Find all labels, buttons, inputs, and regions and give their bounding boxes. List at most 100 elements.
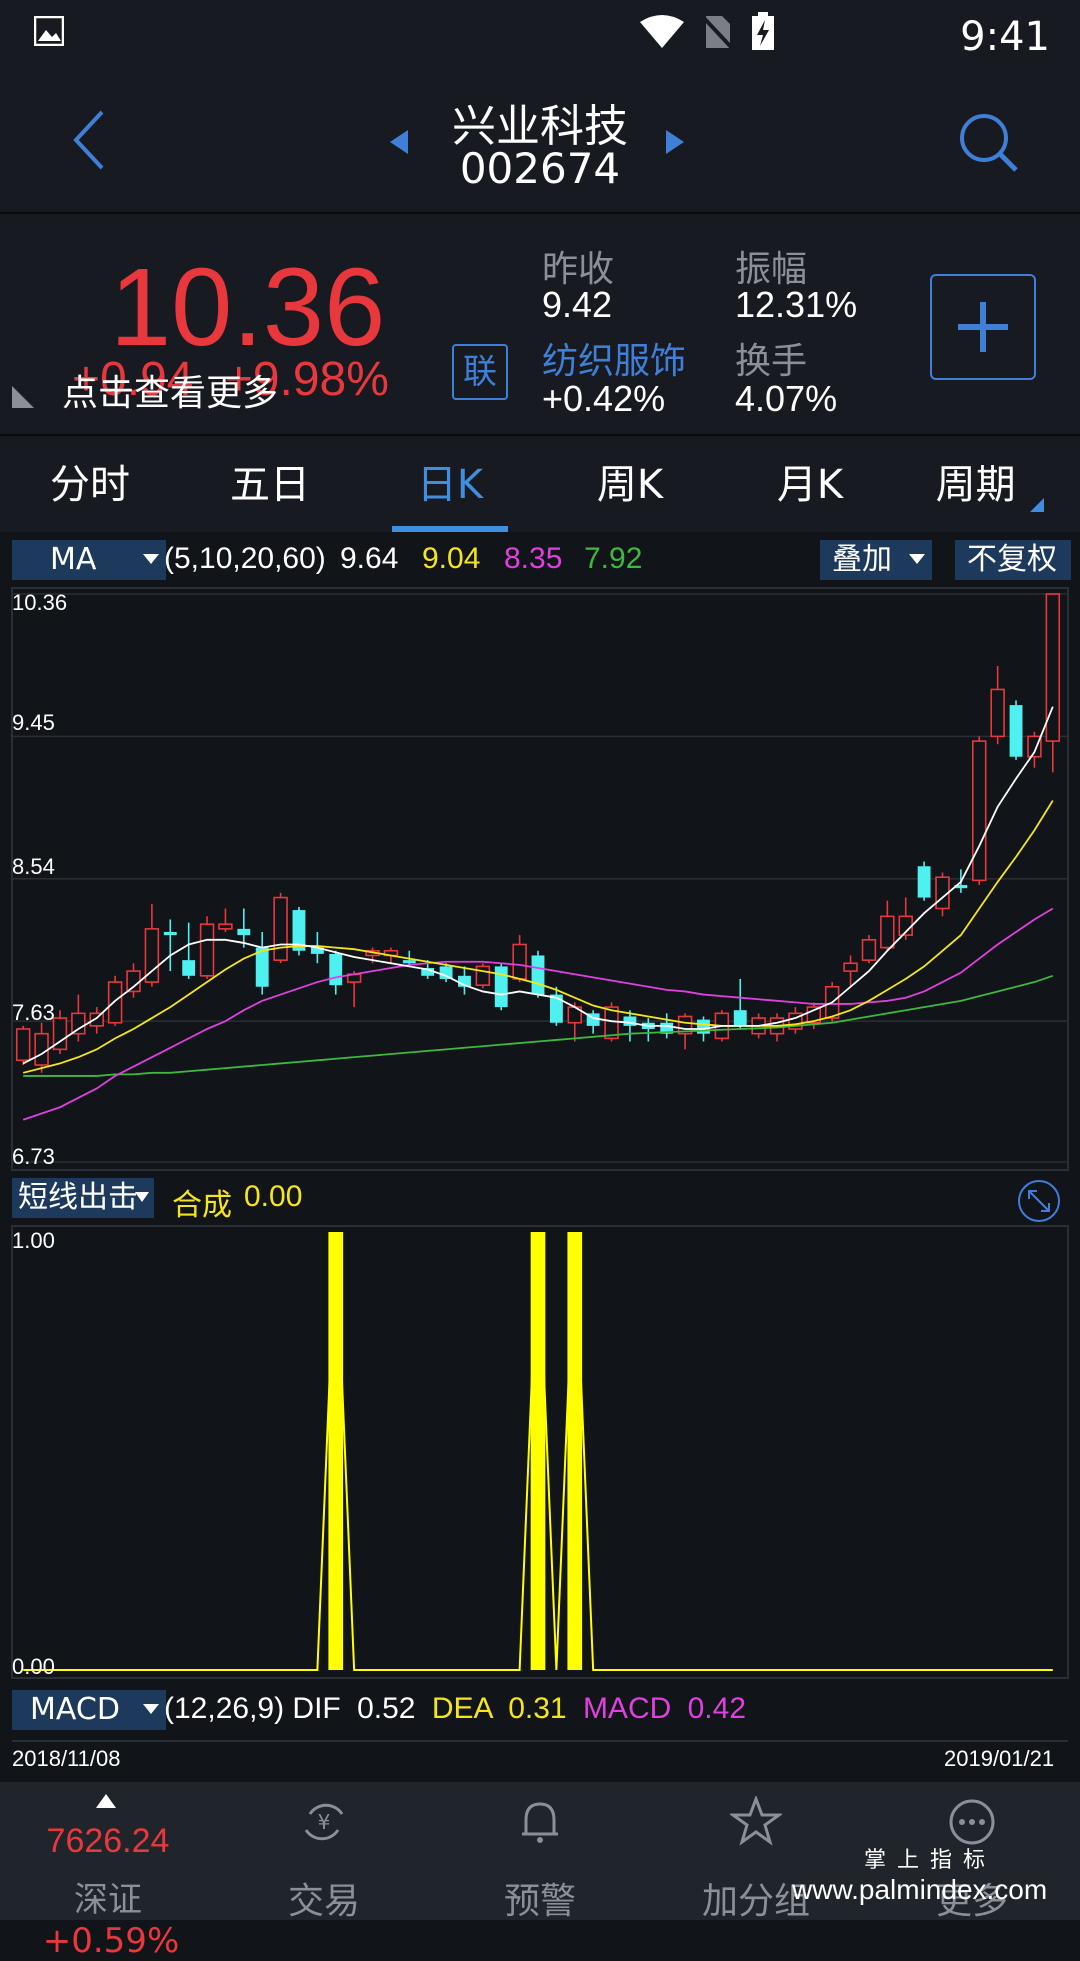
index-ticker[interactable]: 7626.24 深证 +0.59% bbox=[0, 1782, 216, 1961]
caret-down-icon bbox=[909, 554, 925, 564]
ma5-value: 9.64 bbox=[340, 542, 399, 575]
ma5-line bbox=[22, 706, 1054, 1065]
adjust-selector[interactable]: 不复权 bbox=[955, 540, 1071, 580]
more-icon bbox=[949, 1799, 995, 1845]
ma-selector[interactable]: MA bbox=[12, 540, 166, 580]
tab-period[interactable]: 周期 bbox=[900, 436, 1080, 534]
plus-icon bbox=[958, 302, 1008, 352]
nav-alert-label: 预警 bbox=[503, 1881, 576, 1922]
add-watchlist-button[interactable] bbox=[930, 274, 1036, 380]
nav-trade[interactable]: ¥ 交易 bbox=[216, 1782, 432, 1922]
candle bbox=[107, 981, 123, 1024]
watermark-cn: 掌 上 指 标 bbox=[864, 1848, 987, 1873]
candle bbox=[199, 923, 215, 977]
lian-badge[interactable]: 联 bbox=[452, 344, 508, 400]
sector-change: +0.42% bbox=[542, 378, 666, 419]
prev-close-value: 9.42 bbox=[542, 284, 613, 325]
tab-five-day[interactable]: 五日 bbox=[180, 436, 360, 534]
candle bbox=[237, 928, 251, 936]
yuan-exchange-icon: ¥ bbox=[304, 1803, 344, 1841]
tab-period-label: 周期 bbox=[935, 462, 1016, 508]
macd-selector-label: MACD bbox=[30, 1692, 120, 1727]
candle bbox=[15, 1028, 31, 1062]
period-tabs: 分时 五日 日K 周K 月K 周期 bbox=[0, 434, 1080, 534]
dif-value: 0.52 bbox=[357, 1692, 416, 1725]
more-info-tip[interactable]: 点击查看更多 bbox=[62, 364, 278, 416]
candle bbox=[494, 966, 508, 1008]
candle bbox=[34, 1032, 49, 1066]
signal-bar bbox=[328, 1232, 344, 1670]
indicator-value: 0.00 bbox=[244, 1180, 303, 1213]
candle bbox=[329, 953, 343, 986]
bell-icon bbox=[522, 1802, 558, 1843]
search-icon[interactable] bbox=[956, 110, 1020, 174]
tab-weekly-k[interactable]: 周K bbox=[540, 436, 720, 534]
candle bbox=[861, 939, 877, 961]
candle bbox=[402, 960, 416, 964]
fullscreen-icon[interactable] bbox=[1016, 1178, 1062, 1224]
start-date: 2018/11/08 bbox=[12, 1746, 121, 1771]
signal-bar bbox=[530, 1232, 546, 1670]
index-name: 深证 bbox=[74, 1880, 142, 1920]
kline-chart[interactable] bbox=[0, 586, 1080, 1176]
turnover-value: 4.07% bbox=[735, 378, 838, 419]
dea-value: 0.31 bbox=[508, 1692, 567, 1725]
index-change: +0.59% bbox=[42, 1921, 180, 1961]
tab-daily-k[interactable]: 日K bbox=[360, 436, 540, 534]
y-tick-label: 10.36 bbox=[12, 590, 68, 615]
candle bbox=[126, 970, 141, 993]
y-tick-label: 6.73 bbox=[12, 1144, 55, 1169]
y-tick-label: 1.00 bbox=[12, 1228, 55, 1253]
candle bbox=[1009, 705, 1023, 757]
macd-label: MACD bbox=[582, 1692, 672, 1725]
candle bbox=[512, 943, 527, 980]
y-tick-label: 7.63 bbox=[12, 1000, 55, 1025]
candle bbox=[549, 994, 563, 1023]
candle bbox=[917, 866, 931, 898]
macd-params-text: (12,26,9) bbox=[164, 1692, 285, 1725]
candle bbox=[623, 1016, 637, 1026]
status-bar: 9:41 bbox=[0, 0, 1080, 80]
expand-corner-icon[interactable] bbox=[10, 384, 36, 410]
signal-chart[interactable] bbox=[0, 1224, 1080, 1682]
candle bbox=[733, 1010, 747, 1026]
watermark-url: www.palmindex.com bbox=[792, 1874, 1048, 1905]
candle bbox=[531, 955, 545, 995]
macd-params: (12,26,9) DIF 0.52 DEA 0.31 MACD 0.42 bbox=[164, 1692, 746, 1726]
svg-text:¥: ¥ bbox=[318, 1810, 331, 1834]
candle bbox=[475, 965, 491, 986]
candle bbox=[182, 960, 196, 976]
end-date: 2019/01/21 bbox=[944, 1746, 1055, 1771]
nav-alert[interactable]: 预警 bbox=[432, 1782, 648, 1922]
indicator-selector-label: 短线出击 bbox=[18, 1180, 138, 1215]
overlay-label: 叠加 bbox=[832, 542, 892, 577]
turnover-label: 换手 bbox=[735, 341, 808, 382]
caret-down-icon bbox=[143, 554, 159, 564]
wifi-icon bbox=[640, 15, 684, 48]
y-tick-label: 8.54 bbox=[12, 854, 55, 879]
caret-down-icon bbox=[135, 1192, 149, 1202]
signal-bar bbox=[567, 1232, 583, 1670]
ma10-line bbox=[22, 800, 1054, 1074]
sector-link[interactable]: 纺织服饰 bbox=[542, 332, 686, 384]
candle bbox=[439, 966, 453, 979]
candle bbox=[880, 915, 895, 949]
tab-monthly-k[interactable]: 月K bbox=[720, 436, 900, 534]
amplitude-value: 12.31% bbox=[735, 284, 858, 325]
arrow-up-icon bbox=[96, 1794, 116, 1808]
candle bbox=[89, 1012, 104, 1027]
next-stock-icon[interactable] bbox=[664, 128, 686, 156]
macd-selector[interactable]: MACD bbox=[12, 1690, 166, 1730]
overlay-selector[interactable]: 叠加 bbox=[820, 540, 932, 580]
star-icon bbox=[730, 1796, 782, 1846]
y-tick-label: 0.00 bbox=[12, 1654, 55, 1679]
caret-down-icon bbox=[143, 1704, 159, 1714]
indicator-selector[interactable]: 短线出击 bbox=[12, 1178, 154, 1218]
quote-panel: 10.36 +0.94 +9.98% 点击查看更多 联 昨收 9.42 纺织服饰… bbox=[0, 214, 1080, 434]
nav-trade-label: 交易 bbox=[287, 1881, 360, 1922]
ma60-value: 7.92 bbox=[584, 542, 643, 575]
candle bbox=[71, 1012, 86, 1035]
tab-intraday[interactable]: 分时 bbox=[0, 436, 180, 534]
divider bbox=[12, 1740, 1068, 1742]
stock-code: 002674 bbox=[459, 144, 621, 193]
